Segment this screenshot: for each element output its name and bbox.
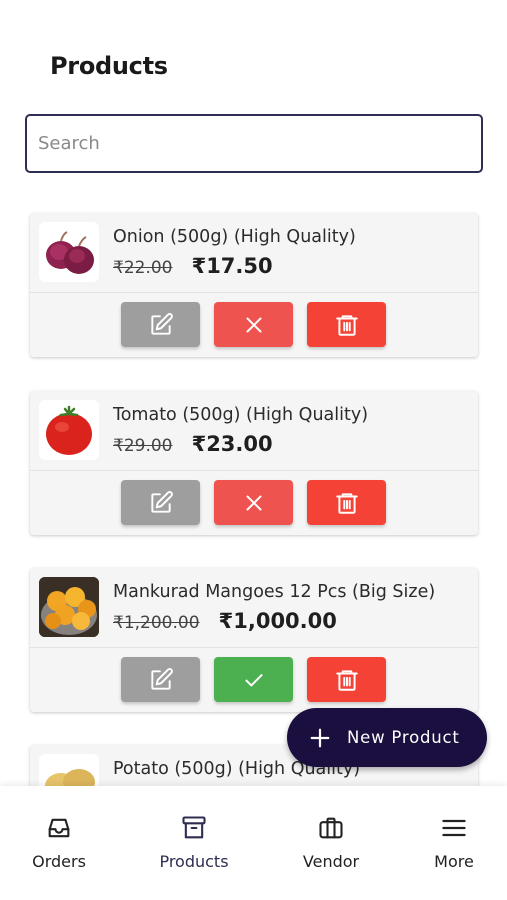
nav-label: Orders [32, 852, 86, 871]
product-name: Mankurad Mangoes 12 Pcs (Big Size) [113, 582, 436, 602]
bottom-nav: Orders Products Vendor More [0, 786, 507, 900]
edit-icon [150, 490, 173, 513]
nav-item-more[interactable]: More [404, 814, 504, 871]
close-icon [246, 317, 261, 332]
trash-icon [335, 669, 358, 691]
product-info[interactable]: Tomato (500g) (High Quality) ₹29.00 ₹23.… [30, 391, 478, 470]
archive-icon [182, 816, 206, 839]
tomato-image [39, 400, 99, 460]
close-icon [246, 495, 261, 510]
mangoes-image [39, 577, 99, 637]
inbox-icon [48, 818, 70, 838]
product-prices: ₹22.00 ₹17.50 [113, 254, 273, 278]
product-actions [30, 648, 478, 712]
product-name: Onion (500g) (High Quality) [113, 227, 356, 247]
new-product-button[interactable]: New Product [287, 708, 487, 767]
original-price: ₹29.00 [113, 436, 173, 456]
nav-item-orders[interactable]: Orders [9, 814, 109, 871]
search-box[interactable] [25, 114, 483, 173]
product-info[interactable]: Mankurad Mangoes 12 Pcs (Big Size) ₹1,20… [30, 568, 478, 647]
product-list: Products Onion (500g) (High Quality) ₹22… [0, 0, 507, 786]
menu-icon [442, 819, 466, 837]
product-card: Onion (500g) (High Quality) ₹22.00 ₹17.5… [30, 213, 478, 357]
delete-button[interactable] [307, 480, 386, 525]
plus-icon [310, 728, 330, 747]
nav-label: Products [159, 852, 229, 871]
product-card: Tomato (500g) (High Quality) ₹29.00 ₹23.… [30, 391, 478, 535]
potato-image [39, 754, 99, 786]
edit-button[interactable] [121, 302, 200, 347]
trash-icon [335, 492, 358, 514]
delete-button[interactable] [307, 657, 386, 702]
briefcase-icon [319, 817, 343, 839]
new-product-label: New Product [347, 728, 460, 747]
product-card: Mankurad Mangoes 12 Pcs (Big Size) ₹1,20… [30, 568, 478, 712]
sale-price: ₹23.00 [191, 432, 273, 456]
page-title: Products [50, 52, 168, 80]
nav-label: More [434, 852, 474, 871]
product-name: Tomato (500g) (High Quality) [113, 405, 369, 425]
check-icon [244, 673, 263, 686]
product-prices: ₹29.00 ₹23.00 [113, 432, 273, 456]
product-actions [30, 471, 478, 535]
activate-button[interactable] [214, 657, 293, 702]
search-input[interactable] [27, 116, 481, 171]
edit-icon [150, 312, 173, 335]
nav-label: Vendor [302, 852, 360, 871]
edit-button[interactable] [121, 480, 200, 525]
edit-button[interactable] [121, 657, 200, 702]
original-price: ₹22.00 [113, 258, 173, 278]
deactivate-button[interactable] [214, 480, 293, 525]
sale-price: ₹17.50 [191, 254, 273, 278]
nav-item-products[interactable]: Products [144, 814, 244, 871]
product-prices: ₹1,200.00 ₹1,000.00 [113, 609, 337, 633]
deactivate-button[interactable] [214, 302, 293, 347]
sale-price: ₹1,000.00 [218, 609, 337, 633]
original-price: ₹1,200.00 [113, 613, 200, 633]
onion-image [39, 222, 99, 282]
trash-icon [335, 314, 358, 336]
delete-button[interactable] [307, 302, 386, 347]
nav-item-vendor[interactable]: Vendor [281, 814, 381, 871]
product-actions [30, 293, 478, 357]
product-info[interactable]: Onion (500g) (High Quality) ₹22.00 ₹17.5… [30, 213, 478, 292]
edit-icon [150, 667, 173, 690]
